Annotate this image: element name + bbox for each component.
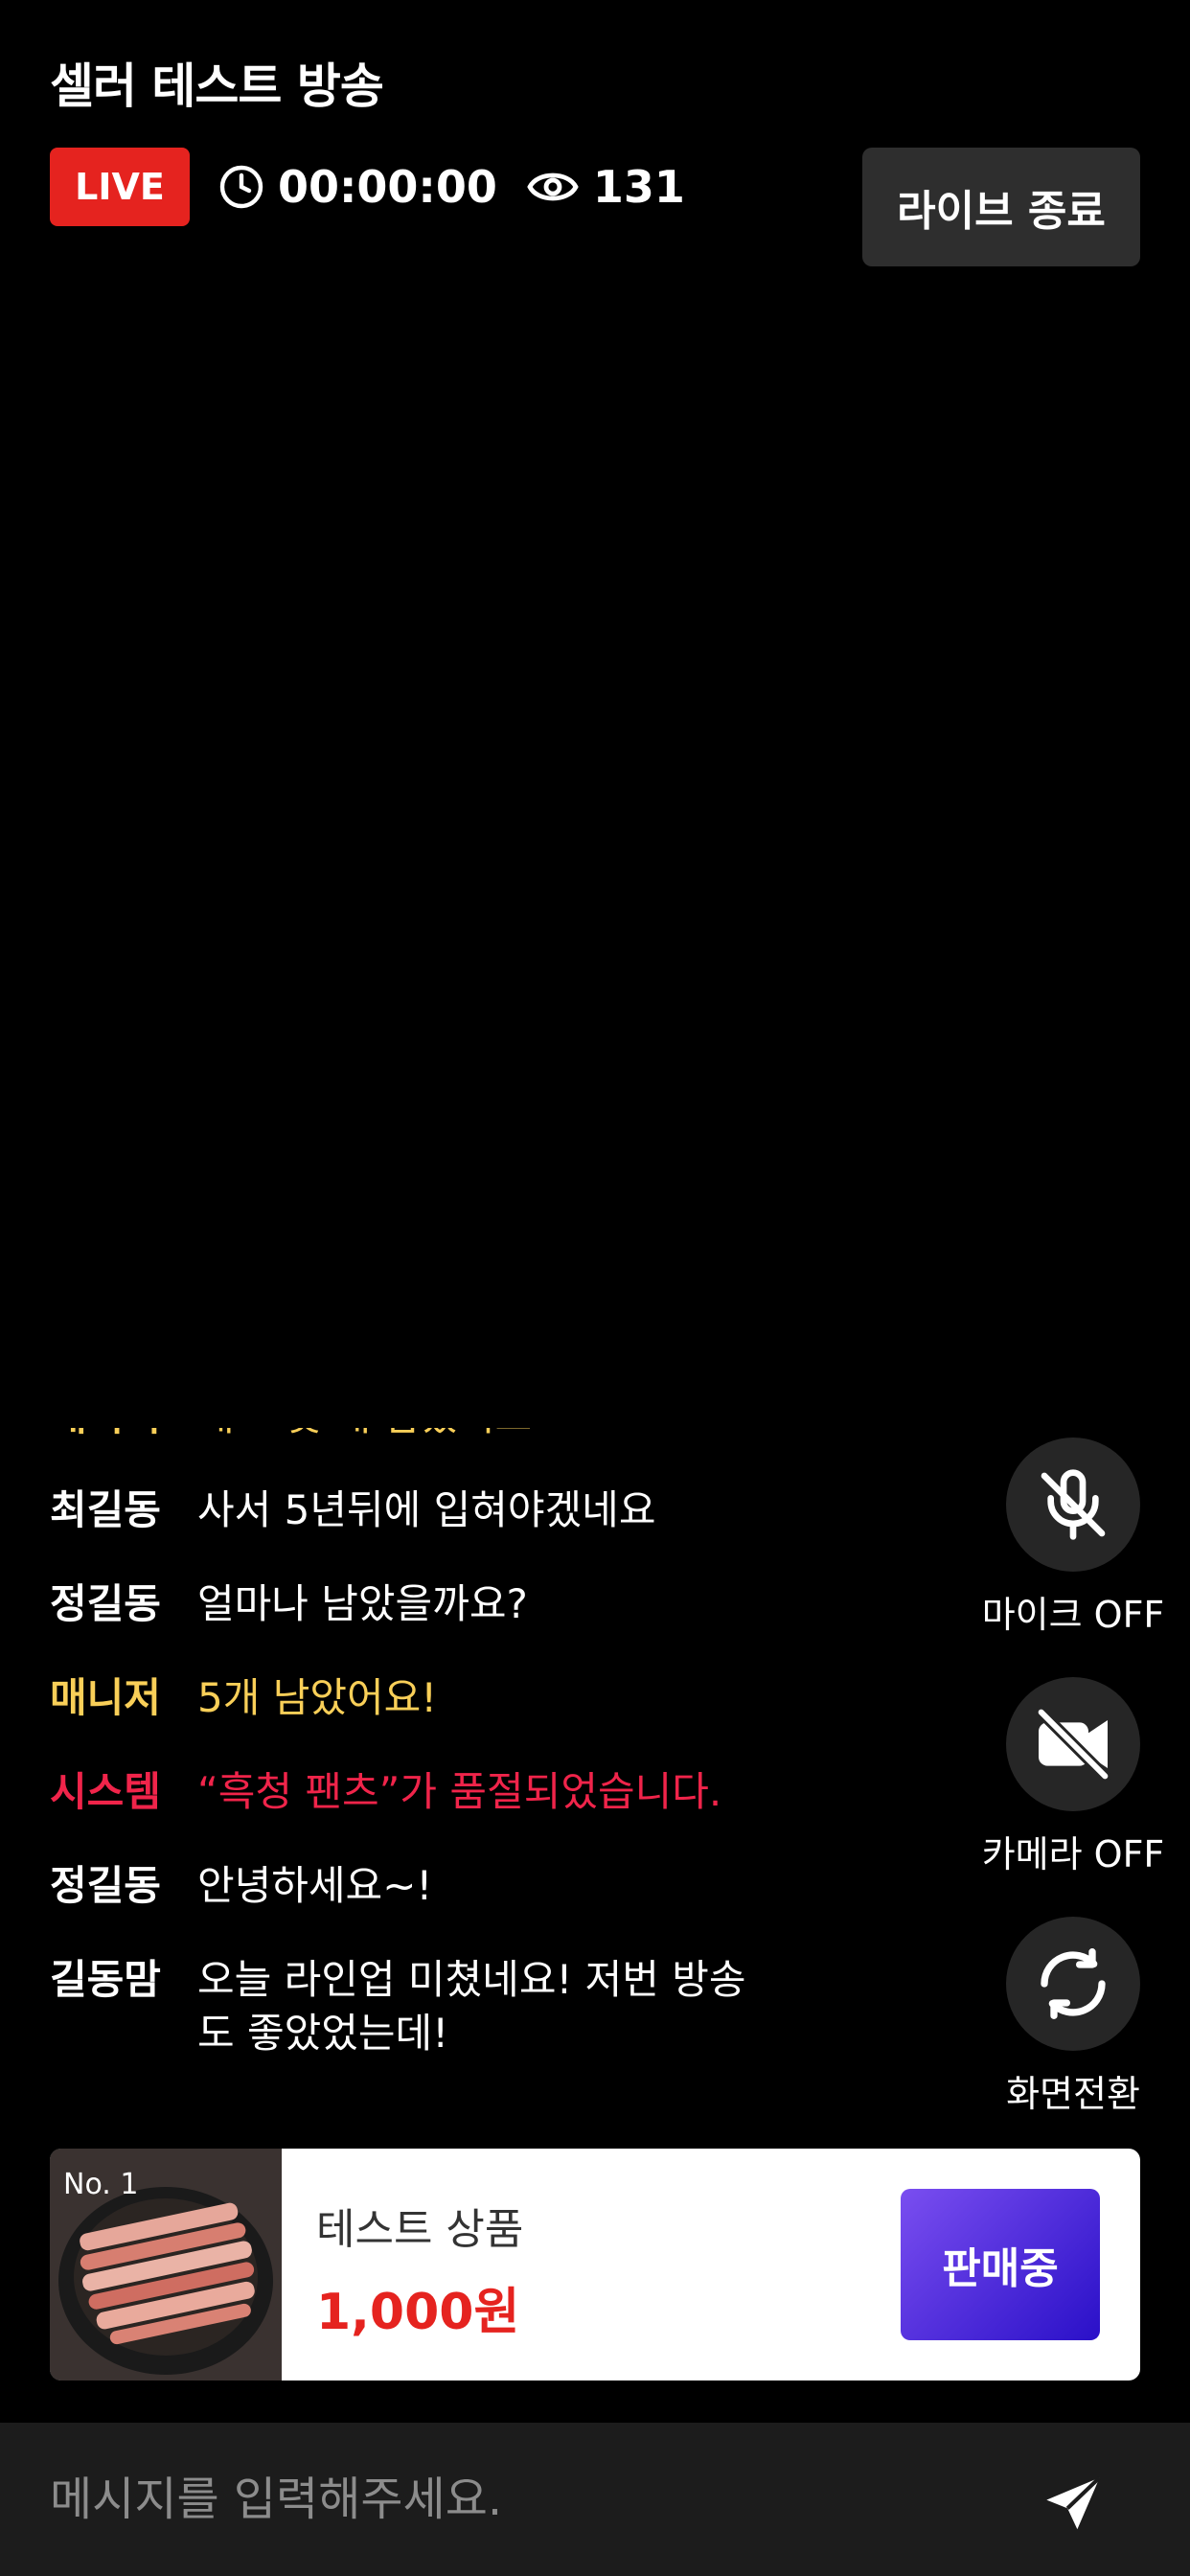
camera-label: 카메라 OFF xyxy=(981,1833,1165,1875)
camera-toggle[interactable]: 카메라 OFF xyxy=(977,1677,1169,1877)
product-price: 1,000원 xyxy=(316,2284,520,2341)
chat-text: “흑청 팬츠”가 품절되었습니다. xyxy=(197,1768,722,1815)
broadcast-title: 셀러 테스트 방송 xyxy=(50,58,384,114)
mic-toggle[interactable]: 마이크 OFF xyxy=(977,1438,1169,1638)
switch-screen-label: 화면전환 xyxy=(1006,2073,1140,2115)
chat-message: 길동맘 오늘 라인업 미쳤네요! 저번 방송도 좋았었는데! xyxy=(50,1953,772,2060)
clock-icon xyxy=(219,165,263,209)
switch-screen-button[interactable] xyxy=(1006,1917,1140,2051)
chat-list[interactable]: 매니저재고 몇 개 남았어요최길동사서 5년뒤에 입혀야겠네요정길동얼마나 남았… xyxy=(50,1428,797,2099)
chat-author: 정길동 xyxy=(50,1580,161,1627)
chat-text: 5개 남았어요! xyxy=(197,1674,438,1721)
camera-off-icon xyxy=(1035,1706,1111,1782)
chat-text: 사서 5년뒤에 입혀야겠네요 xyxy=(197,1486,656,1533)
message-bar xyxy=(0,2423,1190,2576)
send-icon xyxy=(1046,2475,1102,2530)
chat-author: 정길동 xyxy=(50,1862,161,1909)
product-image: No. 1 xyxy=(50,2149,282,2380)
product-card[interactable]: No. 1 테스트 상품 1,000원 판매중 xyxy=(50,2149,1140,2380)
elapsed-time: 00:00:00 xyxy=(278,161,497,213)
chat-text: 얼마나 남았을까요? xyxy=(197,1580,528,1627)
refresh-icon xyxy=(1041,1948,1106,2019)
chat-author: 길동맘 xyxy=(50,1956,161,2003)
chat-message: 정길동 안녕하세요~! xyxy=(50,1859,772,1913)
chat-text: 재고 몇 개 남았어요 xyxy=(197,1428,532,1443)
chat-author: 매니저 xyxy=(50,1428,197,1443)
message-input[interactable] xyxy=(50,2455,989,2543)
chat-message: 최길동 사서 5년뒤에 입혀야겠네요 xyxy=(50,1484,772,1537)
viewer-counter: 131 xyxy=(526,161,685,213)
product-number: No. 1 xyxy=(63,2168,139,2201)
elapsed-timer: 00:00:00 xyxy=(218,161,497,213)
chat-message: 정길동 얼마나 남았을까요? xyxy=(50,1577,772,1631)
viewer-count: 131 xyxy=(592,161,685,213)
end-live-button[interactable]: 라이브 종료 xyxy=(862,148,1140,266)
sale-status-button[interactable]: 판매중 xyxy=(901,2189,1100,2340)
chat-message: 매니저재고 몇 개 남았어요 xyxy=(50,1428,772,1443)
chat-author: 매니저 xyxy=(50,1674,161,1721)
chat-message: 매니저 5개 남았어요! xyxy=(50,1671,772,1725)
chat-author: 시스템 xyxy=(50,1768,161,1815)
eye-icon xyxy=(527,172,579,201)
status-row: LIVE 00:00:00 131 xyxy=(50,148,685,226)
camera-button[interactable] xyxy=(1006,1677,1140,1811)
product-name: 테스트 상품 xyxy=(316,2205,524,2254)
live-badge: LIVE xyxy=(50,148,190,226)
mic-label: 마이크 OFF xyxy=(981,1594,1165,1636)
chat-text: 안녕하세요~! xyxy=(197,1862,433,1909)
chat-message: 시스템 “흑청 팬츠”가 품절되었습니다. xyxy=(50,1765,772,1819)
chat-author: 최길동 xyxy=(50,1486,161,1533)
send-button[interactable] xyxy=(1025,2461,1121,2547)
mic-button[interactable] xyxy=(1006,1438,1140,1572)
chat-text: 오늘 라인업 미쳤네요! 저번 방송도 좋았었는데! xyxy=(197,1956,746,2057)
switch-screen-toggle[interactable]: 화면전환 xyxy=(977,1917,1169,2117)
mic-off-icon xyxy=(1041,1469,1106,1540)
